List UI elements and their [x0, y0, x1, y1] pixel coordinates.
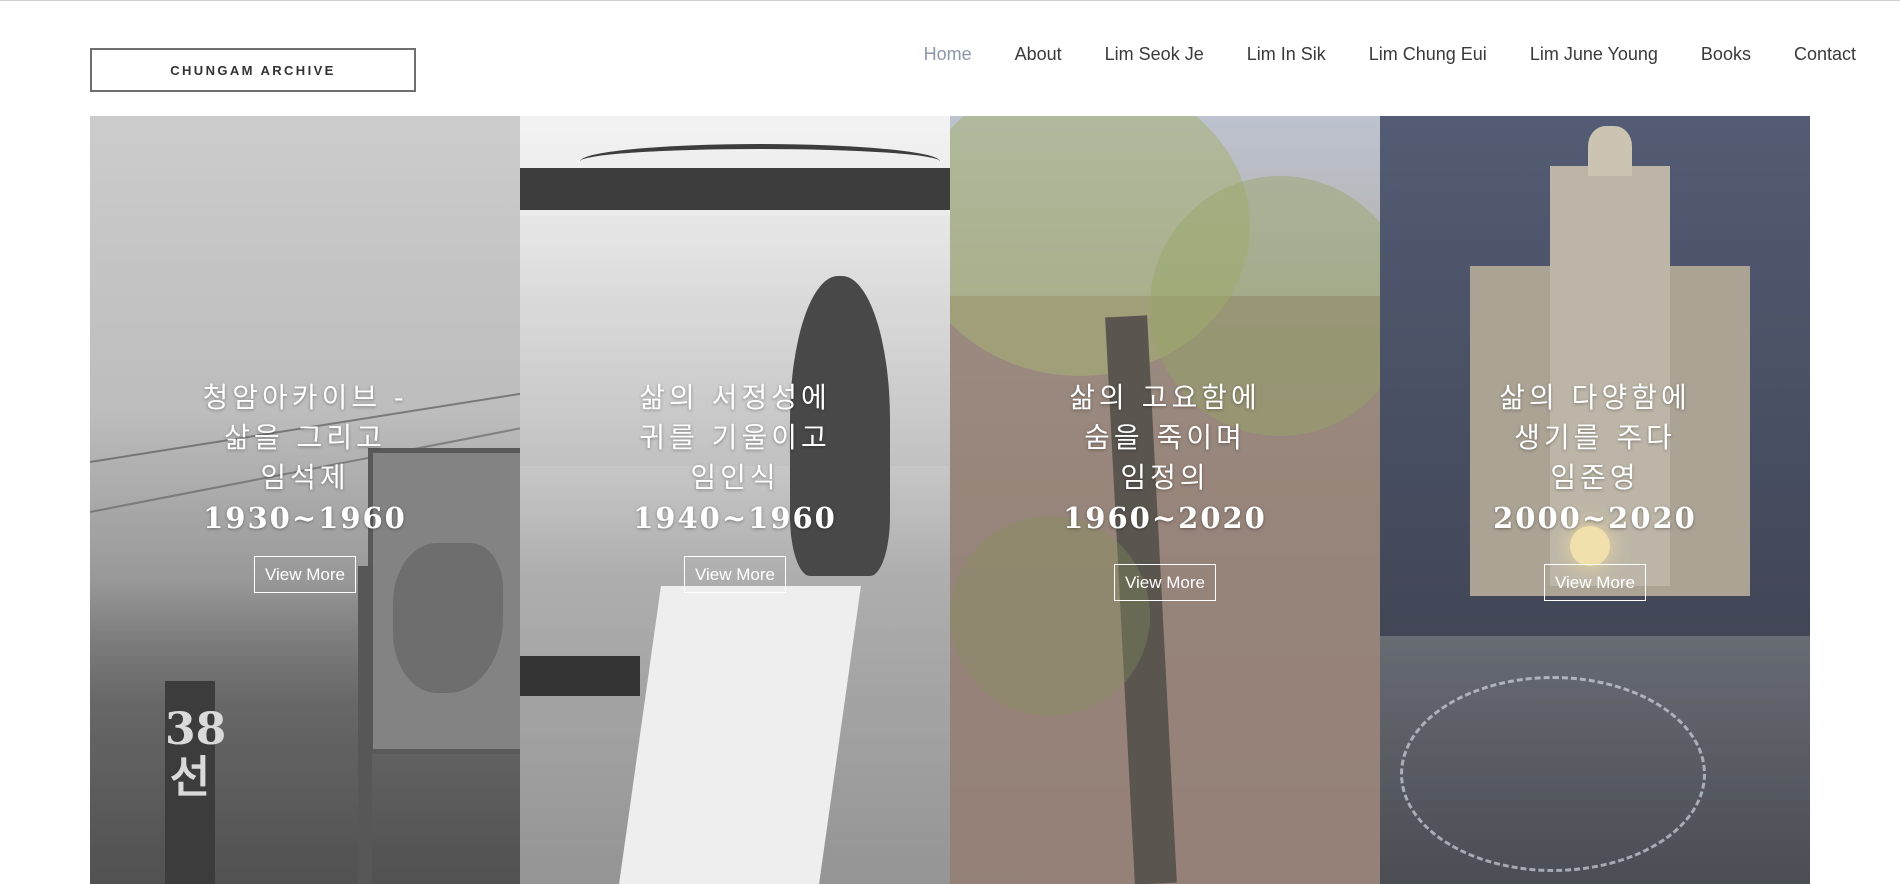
caption-line: 임준영 — [1550, 461, 1640, 494]
caption-line: 삶의 서정성에 — [639, 381, 831, 414]
view-more-button[interactable]: View More — [254, 556, 356, 593]
top-border — [0, 0, 1900, 1]
caption-line: 삶을 그리고 — [224, 421, 386, 454]
nav-lim-seok-je[interactable]: Lim Seok Je — [1105, 44, 1204, 65]
view-more-button[interactable]: View More — [1544, 564, 1646, 601]
caption-line: 숨을 죽이며 — [1084, 421, 1246, 454]
panel-lim-june-young[interactable]: 삶의 다양함에 생기를 주다 임준영 2000~2020 View More — [1380, 116, 1810, 884]
nav-about[interactable]: About — [1015, 44, 1062, 65]
caption-line: 삶의 다양함에 — [1499, 381, 1691, 414]
caption-line: 귀를 기울이고 — [639, 421, 831, 454]
panel-caption: 청암아카이브 - 삶을 그리고 임석제 1930~1960 — [90, 378, 520, 538]
view-more-button[interactable]: View More — [684, 556, 786, 593]
panel-lim-in-sik[interactable]: 삶의 서정성에 귀를 기울이고 임인식 1940~1960 View More — [520, 116, 950, 884]
caption-line: 임석제 — [260, 461, 350, 494]
caption-line: 임인식 — [690, 461, 780, 494]
view-more-button[interactable]: View More — [1114, 564, 1216, 601]
panel-lim-seok-je[interactable]: 38선 청암아카이브 - 삶을 그리고 임석제 1930~1960 View M… — [90, 116, 520, 884]
main-nav: Home About Lim Seok Je Lim In Sik Lim Ch… — [924, 44, 1856, 65]
nav-lim-in-sik[interactable]: Lim In Sik — [1247, 44, 1326, 65]
archive-gallery: 38선 청암아카이브 - 삶을 그리고 임석제 1930~1960 View M… — [90, 116, 1810, 884]
caption-years: 1940~1960 — [633, 501, 837, 535]
caption-line: 생기를 주다 — [1514, 421, 1676, 454]
nav-contact[interactable]: Contact — [1794, 44, 1856, 65]
site-logo[interactable]: CHUNGAM ARCHIVE — [90, 48, 416, 92]
caption-years: 2000~2020 — [1493, 501, 1697, 535]
caption-years: 1930~1960 — [203, 501, 407, 535]
nav-books[interactable]: Books — [1701, 44, 1751, 65]
caption-line: 청암아카이브 - — [202, 381, 408, 414]
panel-caption: 삶의 고요함에 숨을 죽이며 임정의 1960~2020 — [950, 378, 1380, 538]
caption-line: 삶의 고요함에 — [1069, 381, 1261, 414]
nav-lim-june-young[interactable]: Lim June Young — [1530, 44, 1658, 65]
panel-caption: 삶의 서정성에 귀를 기울이고 임인식 1940~1960 — [520, 378, 950, 538]
nav-lim-chung-eui[interactable]: Lim Chung Eui — [1369, 44, 1487, 65]
caption-years: 1960~2020 — [1063, 501, 1267, 535]
caption-line: 임정의 — [1120, 461, 1210, 494]
panel-caption: 삶의 다양함에 생기를 주다 임준영 2000~2020 — [1380, 378, 1810, 538]
panel-lim-chung-eui[interactable]: 삶의 고요함에 숨을 죽이며 임정의 1960~2020 View More — [950, 116, 1380, 884]
nav-home[interactable]: Home — [924, 44, 972, 65]
